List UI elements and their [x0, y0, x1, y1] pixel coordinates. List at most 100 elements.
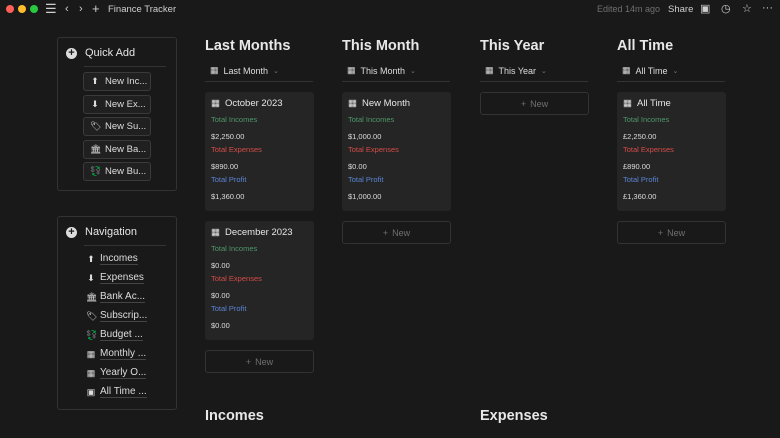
- forward-icon[interactable]: ›: [79, 3, 83, 15]
- new-subscription-button[interactable]: 🏷 New Su...: [83, 117, 151, 136]
- star-icon[interactable]: ☆: [742, 2, 752, 15]
- button-label: New Inc...: [105, 76, 148, 87]
- tag-icon: 🏷: [90, 121, 102, 131]
- income-label: Total Incomes: [623, 115, 670, 124]
- quick-add-panel: + Quick Add ⬆ New Inc... ⬇ New Ex... 🏷 New S…: [57, 37, 177, 191]
- new-expense-button[interactable]: ⬇ New Ex...: [83, 95, 151, 114]
- view-selector[interactable]: ▦ This Year ⌄: [480, 60, 588, 82]
- nav-label: Subscrip...: [100, 310, 148, 322]
- view-label: Last Month: [223, 65, 269, 76]
- expense-value: £890.00: [623, 162, 651, 171]
- calendar-icon: ▦: [622, 65, 631, 75]
- new-income-button[interactable]: ⬆ New Inc...: [83, 72, 151, 91]
- expense-label: Total Expenses: [623, 145, 674, 154]
- new-bank-button[interactable]: 🏛 New Ba...: [83, 140, 151, 159]
- comment-icon[interactable]: ▣: [700, 2, 710, 15]
- income-value: £2,250.00: [623, 132, 657, 141]
- income-label: Total Incomes: [211, 115, 258, 124]
- profit-label: Total Profit: [348, 175, 384, 184]
- income-value: $2,250.00: [211, 132, 245, 141]
- button-label: New Su...: [105, 121, 147, 132]
- plus-icon: +: [657, 227, 664, 238]
- profit-value: $1,360.00: [211, 192, 245, 201]
- view-selector[interactable]: ▦ All Time ⌄: [617, 60, 725, 82]
- navigation-panel: + Navigation ⬆ Incomes ⬇ Expenses 🏛 Bank Ac.…: [57, 216, 177, 410]
- nav-label: Expenses: [100, 272, 144, 284]
- column-heading: This Month: [342, 38, 420, 54]
- nav-yearly[interactable]: ▦ Yearly O...: [86, 367, 147, 379]
- new-page-icon[interactable]: +: [92, 1, 100, 16]
- nav-label: Monthly ...: [100, 348, 147, 360]
- calendar-icon: ▦: [211, 227, 220, 238]
- calendar-icon: ▦: [347, 65, 356, 75]
- nav-label: Budget ...: [100, 329, 143, 341]
- view-label: All Time: [635, 65, 668, 76]
- nav-expenses[interactable]: ⬇ Expenses: [86, 272, 144, 284]
- calendar-icon: ▦: [211, 98, 220, 109]
- income-label: Total Incomes: [348, 115, 395, 124]
- back-icon[interactable]: ‹: [65, 3, 69, 15]
- nav-subscriptions[interactable]: 🏷 Subscrip...: [86, 310, 148, 322]
- view-selector[interactable]: ▦ This Month ⌄: [342, 60, 450, 82]
- summary-card[interactable]: ▦ New Month Total Incomes $1,000.00 Total…: [342, 92, 451, 211]
- history-icon[interactable]: ◷: [721, 2, 731, 15]
- chevron-down-icon: ⌄: [672, 67, 679, 75]
- nav-label: All Time ...: [100, 386, 147, 398]
- arrow-up-circle-icon: ⬆: [91, 76, 99, 86]
- nav-bank-accounts[interactable]: 🏛 Bank Ac...: [86, 291, 146, 303]
- new-budget-button[interactable]: 💱 New Bu...: [83, 162, 151, 181]
- plus-icon: +: [520, 98, 527, 109]
- quick-add-title: Quick Add: [85, 47, 136, 59]
- title-bar: ☰ ‹ › + Finance Tracker Edited 14m ago S…: [0, 0, 780, 20]
- maximize-window-button[interactable]: [30, 5, 38, 13]
- summary-card[interactable]: ▦ December 2023 Total Incomes $0.00 Total…: [205, 221, 314, 340]
- plus-circle-icon: +: [66, 47, 77, 59]
- incomes-heading: Incomes: [205, 408, 264, 424]
- view-selector[interactable]: ▦ Last Month ⌄: [205, 60, 313, 82]
- summary-card[interactable]: ▦ October 2023 Total Incomes $2,250.00 To…: [205, 92, 314, 211]
- new-card-button[interactable]: + New: [205, 350, 314, 373]
- more-icon[interactable]: ···: [762, 2, 773, 14]
- nav-incomes[interactable]: ⬆ Incomes: [86, 253, 138, 265]
- income-value: $0.00: [211, 261, 230, 270]
- profit-value: $0.00: [211, 321, 230, 330]
- new-label: New: [530, 98, 549, 109]
- expense-label: Total Expenses: [211, 274, 262, 283]
- expense-value: $0.00: [348, 162, 367, 171]
- page-title: Finance Tracker: [108, 4, 177, 15]
- new-card-button[interactable]: + New: [617, 221, 726, 244]
- arrow-up-circle-icon: ⬆: [87, 253, 95, 264]
- menu-icon[interactable]: ☰: [45, 1, 57, 17]
- expense-value: $890.00: [211, 162, 239, 171]
- expenses-heading: Expenses: [480, 408, 548, 424]
- button-label: New Ba...: [105, 144, 147, 155]
- share-button[interactable]: Share: [668, 4, 693, 15]
- calendar-icon: ▦: [348, 98, 357, 109]
- card-title: December 2023: [224, 227, 293, 238]
- nav-label: Bank Ac...: [100, 291, 146, 303]
- calendar-icon: ▦: [485, 65, 494, 75]
- nav-budget[interactable]: 💱 Budget ...: [86, 329, 143, 341]
- arrow-down-circle-icon: ⬇: [87, 272, 95, 283]
- bank-icon: 🏛: [86, 291, 98, 302]
- nav-all-time[interactable]: ▣ All Time ...: [86, 386, 147, 398]
- view-label: This Year: [498, 65, 537, 76]
- nav-monthly[interactable]: ▦ Monthly ...: [86, 348, 147, 360]
- card-title: All Time: [636, 98, 671, 109]
- new-card-button[interactable]: + New: [342, 221, 451, 244]
- calendar-icon: ▦: [210, 65, 219, 75]
- plus-circle-icon: +: [66, 226, 77, 238]
- minimize-window-button[interactable]: [18, 5, 26, 13]
- income-label: Total Incomes: [211, 244, 258, 253]
- close-window-button[interactable]: [6, 5, 14, 13]
- budget-icon: 💱: [86, 329, 98, 340]
- new-card-button[interactable]: + New: [480, 92, 589, 115]
- calendar-icon: ▦: [86, 348, 96, 359]
- expense-label: Total Expenses: [211, 145, 262, 154]
- plus-icon: +: [382, 227, 389, 238]
- summary-card[interactable]: ▦ All Time Total Incomes £2,250.00 Total …: [617, 92, 726, 211]
- view-label: This Month: [360, 65, 406, 76]
- new-label: New: [667, 227, 686, 238]
- plus-icon: +: [245, 356, 252, 367]
- calendar-icon: ▦: [86, 367, 96, 378]
